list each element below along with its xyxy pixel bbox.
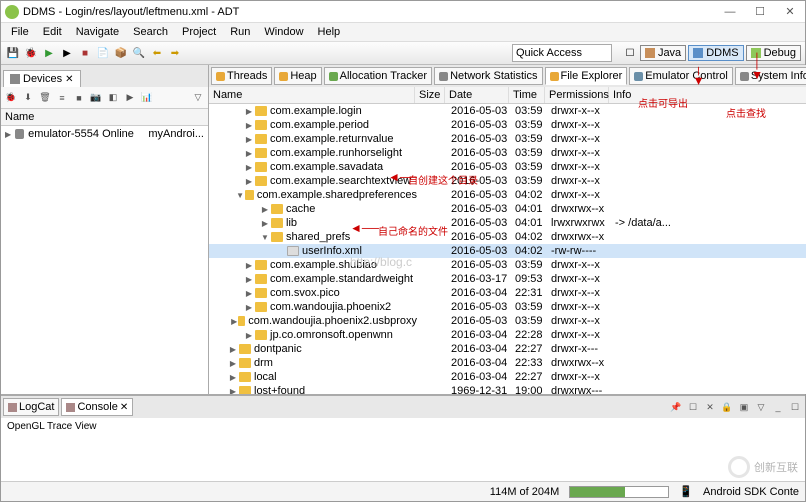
menu-navigate[interactable]: Navigate	[70, 25, 125, 39]
menu-window[interactable]: Window	[258, 25, 309, 39]
open-perspective-icon[interactable]: ☐	[622, 45, 638, 61]
file-row[interactable]: ▶local2016-03-0422:27drwxr-x--x	[209, 370, 806, 384]
perspective-java[interactable]: Java	[640, 45, 686, 61]
menu-run[interactable]: Run	[224, 25, 256, 39]
console-content: OpenGL Trace View	[1, 418, 805, 455]
file-row[interactable]: ▶com.example.searchtextview2016-05-0303:…	[209, 174, 806, 188]
titlebar: DDMS - Login/res/layout/leftmenu.xml - A…	[1, 1, 805, 23]
minimize-button[interactable]: —	[719, 4, 741, 20]
col-size[interactable]: Size	[415, 87, 445, 103]
tab-network[interactable]: Network Statistics	[434, 67, 542, 85]
debug-icon[interactable]: 🐞	[23, 45, 39, 61]
device-row[interactable]: ▶ emulator-5554 Online myAndroi...	[1, 126, 208, 142]
save-icon[interactable]: 💾	[5, 45, 21, 61]
bview-menu-icon[interactable]: ▽	[753, 399, 769, 415]
sdk-status: Android SDK Conte	[703, 486, 799, 498]
statusbar: 114M of 204M 📱Android SDK Conte	[1, 481, 805, 501]
file-row[interactable]: ▶com.svox.pico2016-03-0422:31drwxr-x--x	[209, 286, 806, 300]
heap-update-icon[interactable]: ⬇	[20, 90, 36, 106]
bmin-icon[interactable]: _	[770, 399, 786, 415]
menu-search[interactable]: Search	[127, 25, 174, 39]
menu-edit[interactable]: Edit	[37, 25, 68, 39]
file-row[interactable]: ▶com.example.savadata2016-05-0303:59drwx…	[209, 160, 806, 174]
scroll-lock-icon[interactable]: 🔒	[719, 399, 735, 415]
window-title: DDMS - Login/res/layout/leftmenu.xml - A…	[23, 6, 719, 18]
file-row[interactable]: ▶drm2016-03-0422:33drwxrwx--x	[209, 356, 806, 370]
tab-allocation[interactable]: Allocation Tracker	[324, 67, 432, 85]
file-tree[interactable]: ▶com.example.login2016-05-0303:59drwxr-x…	[209, 104, 806, 394]
logo-watermark: 创新互联	[728, 456, 798, 478]
display-icon[interactable]: ☐	[685, 399, 701, 415]
file-row[interactable]: ▶lib2016-05-0304:01lrwxrwxrwx-> /data/a.…	[209, 216, 806, 230]
file-row[interactable]: ▶com.example.period2016-05-0303:59drwxr-…	[209, 118, 806, 132]
device-list: ▶ emulator-5554 Online myAndroi...	[1, 126, 208, 394]
tab-logcat[interactable]: LogCat	[3, 398, 59, 416]
menubar: File Edit Navigate Search Project Run Wi…	[1, 23, 805, 41]
close-button[interactable]: ✕	[779, 4, 801, 20]
file-row[interactable]: ▼shared_prefs2016-05-0304:02drwxrwx--x	[209, 230, 806, 244]
package-icon[interactable]: 📦	[113, 45, 129, 61]
file-row[interactable]: ▶com.example.standardweight2016-03-1709:…	[209, 272, 806, 286]
tab-heap[interactable]: Heap	[274, 67, 321, 85]
file-row[interactable]: ▶cache2016-05-0304:01drwxrwx--x	[209, 202, 806, 216]
app-icon	[5, 5, 19, 19]
run-icon[interactable]: ▶	[41, 45, 57, 61]
systrace-icon[interactable]: 📊	[139, 90, 155, 106]
tab-sysinfo[interactable]: System Information	[735, 67, 806, 85]
dump-view-icon[interactable]: ◧	[105, 90, 121, 106]
toolbar: 💾 🐞 ▶ ▶ ■ 📄 📦 🔍 ⬅ ➡ Quick Access ☐ Java …	[1, 41, 805, 65]
pin-icon[interactable]: 📌	[668, 399, 684, 415]
stop-icon[interactable]: ■	[77, 45, 93, 61]
col-name[interactable]: Name	[209, 87, 415, 103]
file-row[interactable]: ▼com.example.sharedpreferences2016-05-03…	[209, 188, 806, 202]
perspective-debug[interactable]: Debug	[746, 45, 801, 61]
tab-emulator[interactable]: Emulator Control	[629, 67, 733, 85]
file-row[interactable]: ▶com.example.login2016-05-0303:59drwxr-x…	[209, 104, 806, 118]
start-method-icon[interactable]: ▶	[122, 90, 138, 106]
file-row[interactable]: ▶com.wandoujia.phoenix22016-05-0303:59dr…	[209, 300, 806, 314]
bottom-panel: LogCat Console ✕ 📌 ☐ ✕ 🔒 ▣ ▽ _ ☐ OpenGL …	[1, 395, 805, 455]
file-row[interactable]: ▶com.example.runhorselight2016-05-0303:5…	[209, 146, 806, 160]
col-info[interactable]: Info	[609, 87, 806, 103]
file-row[interactable]: ▶jp.co.omronsoft.openwnn2016-03-0422:28d…	[209, 328, 806, 342]
col-perm[interactable]: Permissions	[545, 87, 609, 103]
col-time[interactable]: Time	[509, 87, 545, 103]
forward-icon[interactable]: ➡	[167, 45, 183, 61]
menu-help[interactable]: Help	[312, 25, 347, 39]
new-icon[interactable]: 📄	[95, 45, 111, 61]
file-row[interactable]: ▶dontpanic2016-03-0422:27drwxr-x---	[209, 342, 806, 356]
file-row[interactable]: ▶lost+found1969-12-3119:00drwxrwx---	[209, 384, 806, 394]
tab-threads[interactable]: Threads	[211, 67, 272, 85]
run-last-icon[interactable]: ▶	[59, 45, 75, 61]
tab-console[interactable]: Console ✕	[61, 398, 133, 416]
file-row[interactable]: userInfo.xml2016-05-0304:02-rw-rw----	[209, 244, 806, 258]
tab-file-explorer[interactable]: File Explorer	[545, 67, 628, 85]
open-console-icon[interactable]: ▣	[736, 399, 752, 415]
menu-project[interactable]: Project	[176, 25, 222, 39]
perspective-ddms[interactable]: DDMS	[688, 45, 743, 61]
devices-panel: Devices ✕ 🐞 ⬇ 🗑 ≡ ■ 📷 ◧ ▶ 📊 ▽ Name	[1, 65, 209, 394]
debug-btn-icon[interactable]: 🐞	[3, 90, 19, 106]
bmax-icon[interactable]: ☐	[787, 399, 803, 415]
progress-bar	[569, 486, 669, 498]
col-name[interactable]: Name	[1, 109, 141, 125]
file-explorer-panel: Threads Heap Allocation Tracker Network …	[209, 65, 806, 394]
back-icon[interactable]: ⬅	[149, 45, 165, 61]
col-date[interactable]: Date	[445, 87, 509, 103]
menu-file[interactable]: File	[5, 25, 35, 39]
file-row[interactable]: ▶com.example.shubiao2016-05-0303:59drwxr…	[209, 258, 806, 272]
file-row[interactable]: ▶com.wandoujia.phoenix2.usbproxy2016-05-…	[209, 314, 806, 328]
file-row[interactable]: ▶com.example.returnvalue2016-05-0303:59d…	[209, 132, 806, 146]
threads-icon[interactable]: ≡	[54, 90, 70, 106]
quick-access-input[interactable]: Quick Access	[512, 44, 612, 62]
stop-thread-icon[interactable]: ■	[71, 90, 87, 106]
search-icon[interactable]: 🔍	[131, 45, 147, 61]
gc-icon[interactable]: 🗑	[37, 90, 53, 106]
maximize-button[interactable]: ☐	[749, 4, 771, 20]
clear-icon[interactable]: ✕	[702, 399, 718, 415]
screenshot-icon[interactable]: 📷	[88, 90, 104, 106]
view-menu-icon[interactable]: ▽	[190, 90, 206, 106]
tab-devices[interactable]: Devices ✕	[3, 70, 81, 87]
heap-status: 114M of 204M	[490, 486, 560, 498]
